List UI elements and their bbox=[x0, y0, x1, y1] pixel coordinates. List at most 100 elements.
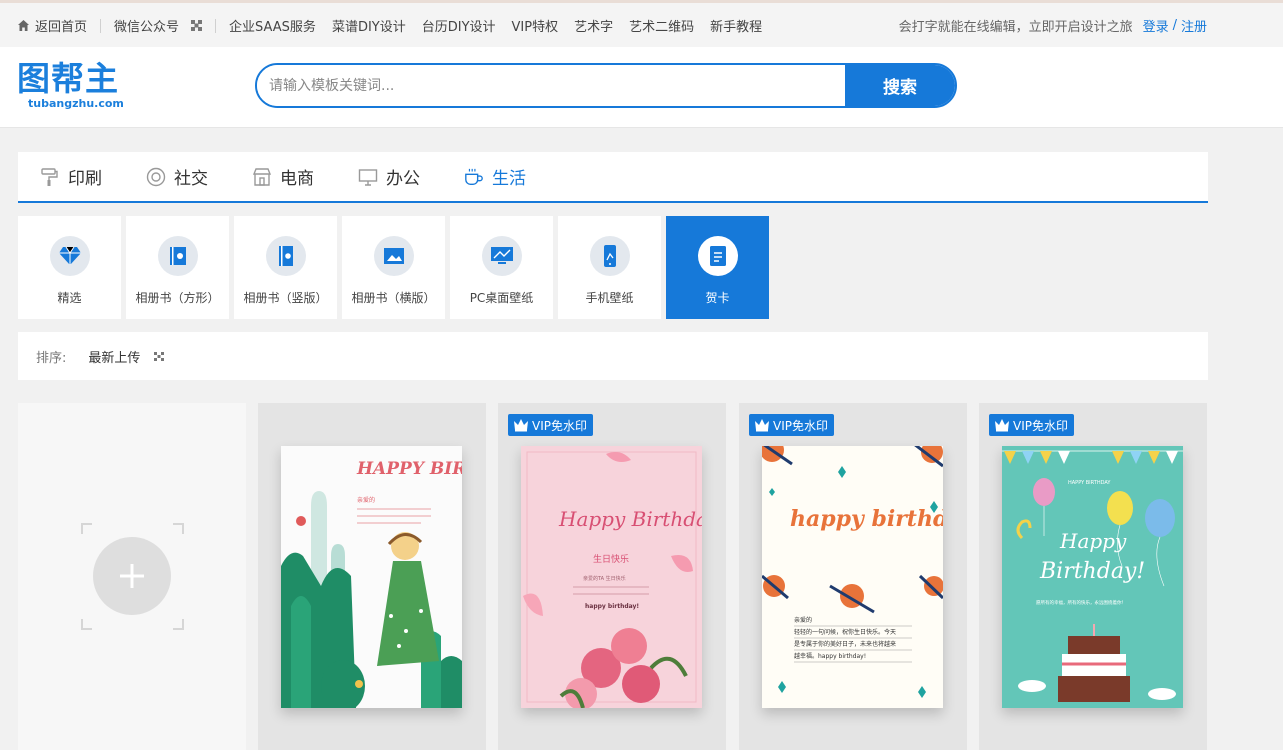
nav-vip[interactable]: VIP特权 bbox=[512, 16, 559, 35]
tab-office-label: 办公 bbox=[386, 169, 420, 189]
slogan: 会打字就能在线编辑，立即开启设计之旅 bbox=[898, 20, 1133, 35]
card2-subtitle: 生日快乐 bbox=[593, 553, 629, 565]
birthday-illustration: HAPPY BIRTHDAY Happy Birthday! 愿所有的幸福，所有… bbox=[1002, 446, 1183, 708]
new-design-card[interactable] bbox=[18, 403, 246, 750]
template-thumbnail[interactable]: HAPPY BIRTHDAY 亲爱的 bbox=[281, 446, 462, 708]
frame-corner bbox=[81, 523, 92, 534]
nav-tutorial[interactable]: 新手教程 bbox=[710, 16, 762, 35]
template-card[interactable]: VIP免水印 HAPPY BIRTHDAY Happy Birthday! 愿所… bbox=[979, 403, 1207, 750]
card3-line1: 轻轻的一句问候，祝你生日快乐。今天 bbox=[794, 628, 896, 636]
nav-calendar-diy[interactable]: 台历DIY设计 bbox=[422, 16, 496, 35]
subcat-phone-wallpaper[interactable]: 手机壁纸 bbox=[558, 216, 661, 319]
logo[interactable]: 图帮主 tubangzhu.com bbox=[17, 61, 137, 117]
vip-badge: VIP免水印 bbox=[508, 414, 593, 436]
diamond-icon bbox=[49, 236, 90, 276]
login-separator: / bbox=[1172, 18, 1177, 33]
frame-corner bbox=[173, 523, 184, 534]
tab-ecommerce[interactable]: 电商 bbox=[252, 164, 314, 189]
qrcode-icon bbox=[191, 20, 203, 31]
login-link[interactable]: 登录 bbox=[1143, 16, 1169, 35]
card3-title: happy birthday bbox=[790, 506, 943, 532]
nav-menu-diy[interactable]: 菜谱DIY设计 bbox=[332, 16, 406, 35]
social-circle-icon bbox=[146, 167, 166, 187]
logo-domain: tubangzhu.com bbox=[28, 97, 124, 110]
card4-title2: Birthday! bbox=[1039, 559, 1145, 584]
sort-select[interactable]: 最新上传 bbox=[88, 347, 140, 366]
tab-print[interactable]: 印刷 bbox=[40, 164, 102, 189]
card3-line2: 是专属于你的美好日子，未来也将越来 bbox=[794, 640, 896, 648]
template-thumbnail[interactable]: Happy Birthday 生日快乐 亲爱的TA 生日快乐 happy bir… bbox=[521, 446, 702, 708]
tab-life-label: 生活 bbox=[492, 169, 526, 189]
subcat-greeting-card[interactable]: 贺卡 bbox=[666, 216, 769, 319]
crown-icon bbox=[755, 419, 769, 432]
plus-icon[interactable] bbox=[93, 537, 171, 615]
subcat-label: 相册书（横版） bbox=[351, 291, 436, 305]
search-box: 搜索 bbox=[255, 63, 957, 108]
phone-wallpaper-icon bbox=[589, 236, 630, 276]
subcat-featured[interactable]: 精选 bbox=[18, 216, 121, 319]
category-tabs: 印刷 社交 电商 办公 生活 bbox=[18, 152, 1208, 203]
wechat-label: 微信公众号 bbox=[114, 20, 180, 35]
subcat-album-landscape[interactable]: 相册书（横版） bbox=[342, 216, 445, 319]
search-button[interactable]: 搜索 bbox=[845, 65, 955, 106]
wechat-link[interactable]: 微信公众号 bbox=[114, 16, 203, 35]
tab-ecommerce-label: 电商 bbox=[280, 169, 314, 189]
crown-icon bbox=[514, 419, 528, 432]
tab-print-label: 印刷 bbox=[68, 169, 102, 189]
album-landscape-icon bbox=[373, 236, 414, 276]
subcat-pc-wallpaper[interactable]: PC桌面壁纸 bbox=[450, 216, 553, 319]
nav-saas[interactable]: 企业SAAS服务 bbox=[229, 16, 316, 35]
template-card[interactable]: VIP免水印 happy birthday 亲爱的 轻轻的一句问候，祝你生日快乐… bbox=[739, 403, 967, 750]
card2-title: Happy Birthday bbox=[558, 507, 702, 531]
vip-badge-label: VIP免水印 bbox=[1013, 418, 1068, 433]
nav-art-qrcode[interactable]: 艺术二维码 bbox=[629, 16, 694, 35]
divider bbox=[100, 18, 102, 33]
nav-art-font[interactable]: 艺术字 bbox=[574, 16, 613, 35]
card3-greeting: 亲爱的 bbox=[794, 616, 812, 624]
home-link[interactable]: 返回首页 bbox=[17, 16, 87, 35]
card1-title: HAPPY BIRTHDAY bbox=[356, 459, 462, 479]
album-square-icon bbox=[157, 236, 198, 276]
subcat-label: 手机壁纸 bbox=[585, 291, 634, 305]
card4-line: 愿所有的幸福，所有的快乐，永远围绕着你！ bbox=[1036, 599, 1126, 606]
search-input[interactable] bbox=[257, 65, 845, 106]
subcat-album-square[interactable]: 相册书（方形） bbox=[126, 216, 229, 319]
subcat-label: 精选 bbox=[57, 291, 82, 305]
template-card[interactable]: VIP免水印 Happy Birthday 生日快乐 亲爱的TA 生日快乐 ha… bbox=[498, 403, 726, 750]
divider bbox=[215, 18, 217, 33]
shop-icon bbox=[252, 167, 272, 187]
tab-life[interactable]: 生活 bbox=[464, 164, 526, 189]
subcat-album-portrait[interactable]: 相册书（竖版） bbox=[234, 216, 337, 319]
greeting-card-icon bbox=[697, 236, 738, 276]
template-thumbnail[interactable]: happy birthday 亲爱的 轻轻的一句问候，祝你生日快乐。今天 是专属… bbox=[762, 446, 943, 708]
vip-badge-label: VIP免水印 bbox=[773, 418, 828, 433]
frame-corner bbox=[173, 619, 184, 630]
header: 图帮主 tubangzhu.com 搜索 bbox=[0, 47, 1283, 128]
monitor-icon bbox=[358, 167, 378, 187]
home-icon bbox=[18, 20, 29, 31]
card1-greeting: 亲爱的 bbox=[357, 496, 375, 504]
register-link[interactable]: 注册 bbox=[1181, 16, 1207, 35]
tab-office[interactable]: 办公 bbox=[358, 164, 420, 189]
card2-wish: happy birthday! bbox=[585, 603, 639, 610]
desktop-wallpaper-icon bbox=[481, 236, 522, 276]
subcat-label: PC桌面壁纸 bbox=[469, 291, 534, 305]
birthday-illustration: happy birthday 亲爱的 轻轻的一句问候，祝你生日快乐。今天 是专属… bbox=[762, 446, 943, 708]
subcat-label: 相册书（竖版） bbox=[243, 291, 328, 305]
card4-title1: Happy bbox=[1059, 529, 1127, 553]
template-card[interactable]: HAPPY BIRTHDAY 亲爱的 bbox=[258, 403, 486, 750]
card4-top: HAPPY BIRTHDAY bbox=[1068, 480, 1111, 486]
vip-badge: VIP免水印 bbox=[989, 414, 1074, 436]
vip-badge: VIP免水印 bbox=[749, 414, 834, 436]
card3-line3: 越幸福。happy birthday! bbox=[794, 652, 866, 660]
coffee-cup-icon bbox=[464, 167, 484, 187]
subcat-label: 贺卡 bbox=[705, 291, 730, 305]
template-thumbnail[interactable]: HAPPY BIRTHDAY Happy Birthday! 愿所有的幸福，所有… bbox=[1002, 446, 1183, 708]
tab-social-label: 社交 bbox=[174, 169, 208, 189]
tab-social[interactable]: 社交 bbox=[146, 164, 208, 189]
card2-line: 亲爱的TA 生日快乐 bbox=[583, 575, 626, 582]
subcategory-list: 精选 相册书（方形） 相册书（竖版） 相册书（横版） PC桌面壁纸 手机壁纸 贺… bbox=[18, 216, 774, 319]
birthday-illustration: HAPPY BIRTHDAY 亲爱的 bbox=[281, 446, 462, 708]
album-portrait-icon bbox=[265, 236, 306, 276]
dropdown-icon[interactable] bbox=[154, 351, 165, 361]
